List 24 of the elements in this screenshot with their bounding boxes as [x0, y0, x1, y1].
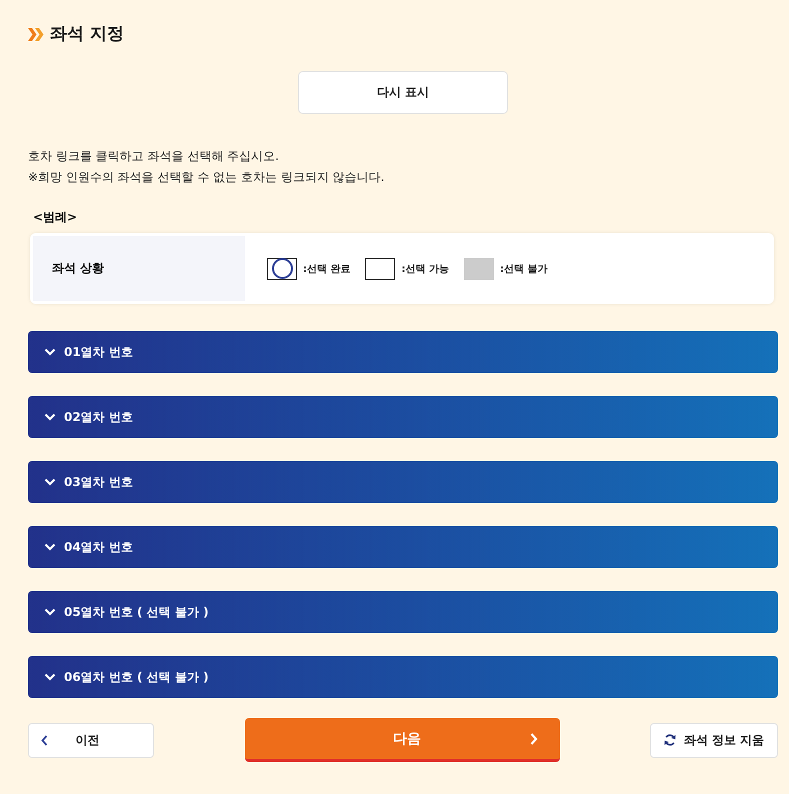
page-title: 좌석 지정	[50, 23, 124, 46]
car-accordion[interactable]: 06열차 번호 ( 선택 불가 )	[28, 656, 778, 698]
legend-label: :선택 가능	[401, 262, 449, 276]
car-accordion[interactable]: 04열차 번호	[28, 526, 778, 568]
circled-seat-icon	[267, 258, 297, 280]
instruction-text: ※희망 인원수의 좌석을 선택할 수 없는 호차는 링크되지 않습니다.	[28, 169, 386, 186]
legend-label: :선택 완료	[303, 262, 350, 276]
legend-heading: <범례>	[33, 209, 78, 226]
chevron-right-icon	[530, 732, 538, 744]
prev-button[interactable]: 이전	[28, 722, 154, 758]
double-chevron-icon	[28, 28, 44, 40]
shaded-seat-icon	[464, 258, 494, 280]
instruction-text: 호차 링크를 클릭하고 좌석을 선택해 주십시오.	[28, 148, 280, 165]
redisplay-button[interactable]: 다시 표시	[298, 71, 508, 114]
legend-label-cell: 좌석 상황	[33, 236, 245, 301]
clear-button[interactable]: 좌석 정보 지움	[650, 722, 778, 758]
refresh-icon	[664, 734, 676, 746]
empty-seat-icon	[365, 258, 396, 280]
car-accordion[interactable]: 05열차 번호 ( 선택 불가 )	[28, 591, 778, 633]
car-accordion[interactable]: 02열차 번호	[28, 396, 778, 438]
car-accordion[interactable]: 01열차 번호	[28, 331, 778, 373]
legend-label: :선택 불가	[500, 262, 548, 276]
chevron-left-icon	[41, 734, 48, 746]
car-accordion[interactable]: 03열차 번호	[28, 461, 778, 503]
